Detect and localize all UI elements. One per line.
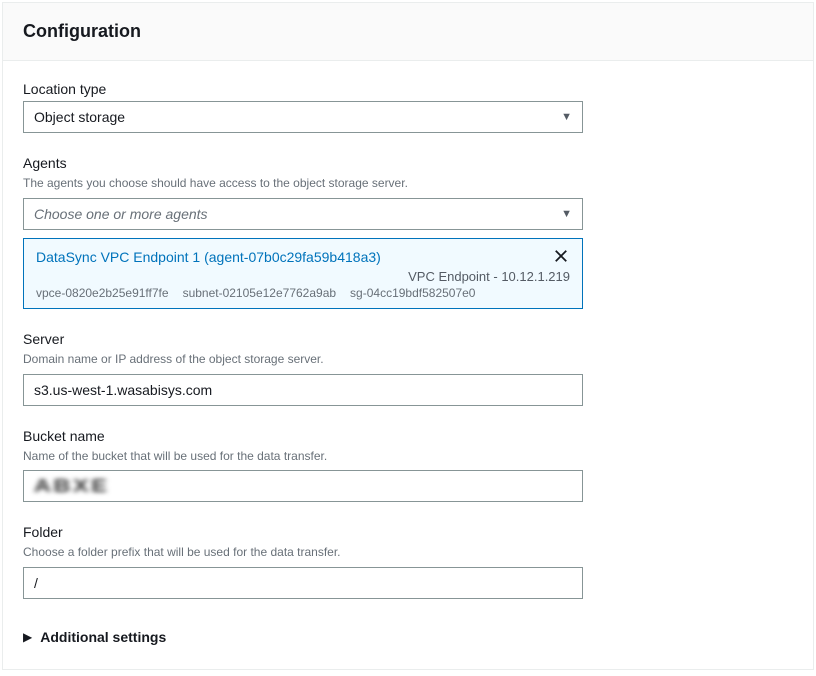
- folder-label: Folder: [23, 524, 793, 540]
- agent-chip-meta: vpce-0820e2b25e91ff7fe subnet-02105e12e7…: [36, 286, 570, 300]
- agents-placeholder: Choose one or more agents: [34, 206, 208, 222]
- agent-vpce: vpce-0820e2b25e91ff7fe: [36, 286, 169, 300]
- remove-agent-button[interactable]: [554, 249, 572, 267]
- server-group: Server Domain name or IP address of the …: [23, 331, 793, 406]
- agents-label: Agents: [23, 155, 793, 171]
- chevron-down-icon: ▼: [561, 111, 572, 123]
- agent-chip-subtitle: VPC Endpoint - 10.12.1.219: [36, 269, 570, 284]
- caret-right-icon: ▶: [23, 630, 32, 644]
- location-type-select[interactable]: Object storage ▼: [23, 101, 583, 133]
- location-type-value: Object storage: [34, 109, 125, 125]
- agent-subnet: subnet-02105e12e7762a9ab: [183, 286, 336, 300]
- panel-title: Configuration: [23, 21, 793, 42]
- agent-sg: sg-04cc19bdf582507e0: [350, 286, 475, 300]
- folder-hint: Choose a folder prefix that will be used…: [23, 544, 793, 561]
- bucket-input[interactable]: ABXE: [23, 470, 583, 502]
- bucket-value-obscured: ABXE: [34, 476, 109, 497]
- agents-select[interactable]: Choose one or more agents ▼: [23, 198, 583, 230]
- agents-hint: The agents you choose should have access…: [23, 175, 793, 192]
- additional-settings-toggle[interactable]: ▶ Additional settings: [23, 621, 793, 645]
- close-icon: [554, 249, 568, 263]
- bucket-group: Bucket name Name of the bucket that will…: [23, 428, 793, 503]
- bucket-hint: Name of the bucket that will be used for…: [23, 448, 793, 465]
- chevron-down-icon: ▼: [561, 208, 572, 220]
- location-type-label: Location type: [23, 81, 793, 97]
- folder-group: Folder Choose a folder prefix that will …: [23, 524, 793, 599]
- bucket-label: Bucket name: [23, 428, 793, 444]
- panel-body: Location type Object storage ▼ Agents Th…: [3, 61, 813, 669]
- agents-group: Agents The agents you choose should have…: [23, 155, 793, 309]
- server-label: Server: [23, 331, 793, 347]
- server-input[interactable]: [23, 374, 583, 406]
- folder-input[interactable]: [23, 567, 583, 599]
- configuration-panel: Configuration Location type Object stora…: [2, 2, 814, 670]
- panel-header: Configuration: [3, 3, 813, 61]
- server-hint: Domain name or IP address of the object …: [23, 351, 793, 368]
- additional-settings-label: Additional settings: [40, 629, 166, 645]
- location-type-group: Location type Object storage ▼: [23, 81, 793, 133]
- agent-chip-title: DataSync VPC Endpoint 1 (agent-07b0c29fa…: [36, 249, 570, 265]
- agent-selected-chip: DataSync VPC Endpoint 1 (agent-07b0c29fa…: [23, 238, 583, 309]
